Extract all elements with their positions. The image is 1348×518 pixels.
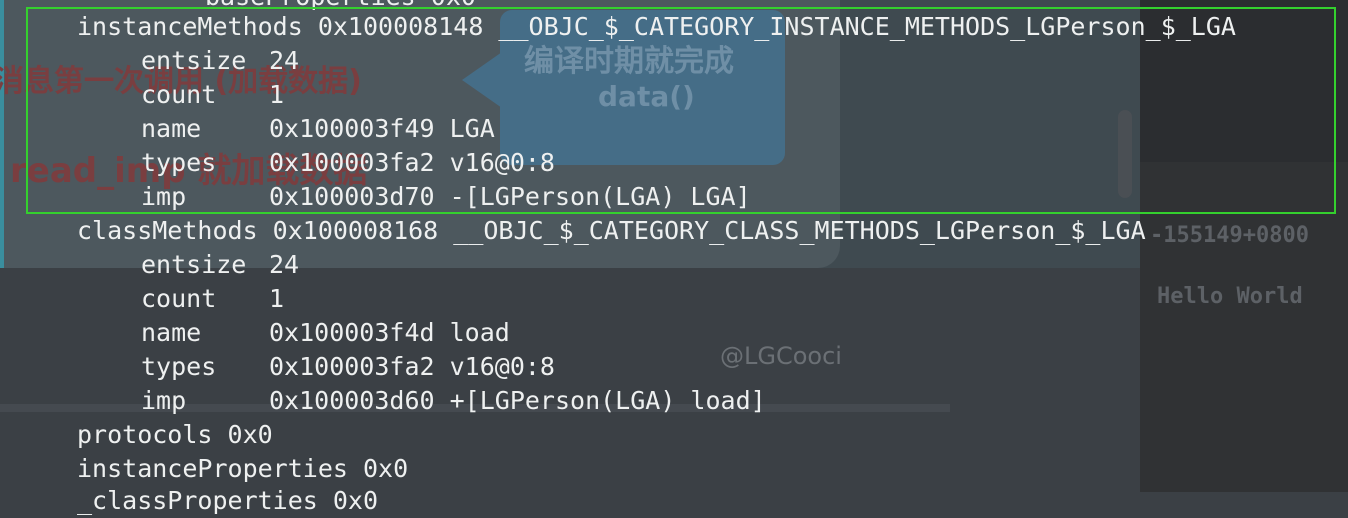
- row-label: name: [141, 318, 202, 347]
- watermark: @LGCooci: [720, 342, 842, 370]
- console-timestamp: -155149+0800: [1150, 223, 1309, 248]
- console-output: Hello World: [1157, 284, 1303, 309]
- row-value: 0x100003f4d load: [269, 318, 510, 347]
- class-methods-row: imp 0x100003d60 +[LGPerson(LGA) load]: [141, 384, 766, 418]
- instance-methods-highlight-box: [26, 7, 1336, 214]
- protocols-line: protocols 0x0: [77, 420, 273, 449]
- row-label: count: [141, 284, 217, 313]
- class-methods-row: types 0x100003fa2 v16@0:8: [141, 350, 555, 384]
- terminal-line-bottom-clip: _classProperties 0x0: [77, 486, 379, 515]
- instance-properties-line: instanceProperties 0x0: [77, 454, 409, 483]
- class-methods-header: classMethods 0x100008168 __OBJC_$_CATEGO…: [77, 216, 1146, 245]
- row-value: 24: [269, 250, 300, 279]
- row-label: entsize: [141, 250, 247, 279]
- class-methods-row: entsize 24: [141, 248, 299, 282]
- row-label: types: [141, 352, 217, 381]
- class-methods-row: name 0x100003f4d load: [141, 316, 510, 350]
- row-label: imp: [141, 386, 187, 415]
- row-value: 1: [269, 284, 285, 313]
- row-value: 0x100003d60 +[LGPerson(LGA) load]: [269, 386, 766, 415]
- row-value: 0x100003fa2 v16@0:8: [269, 352, 555, 381]
- class-methods-row: count 1: [141, 282, 284, 316]
- background-accent-strip: [0, 0, 4, 268]
